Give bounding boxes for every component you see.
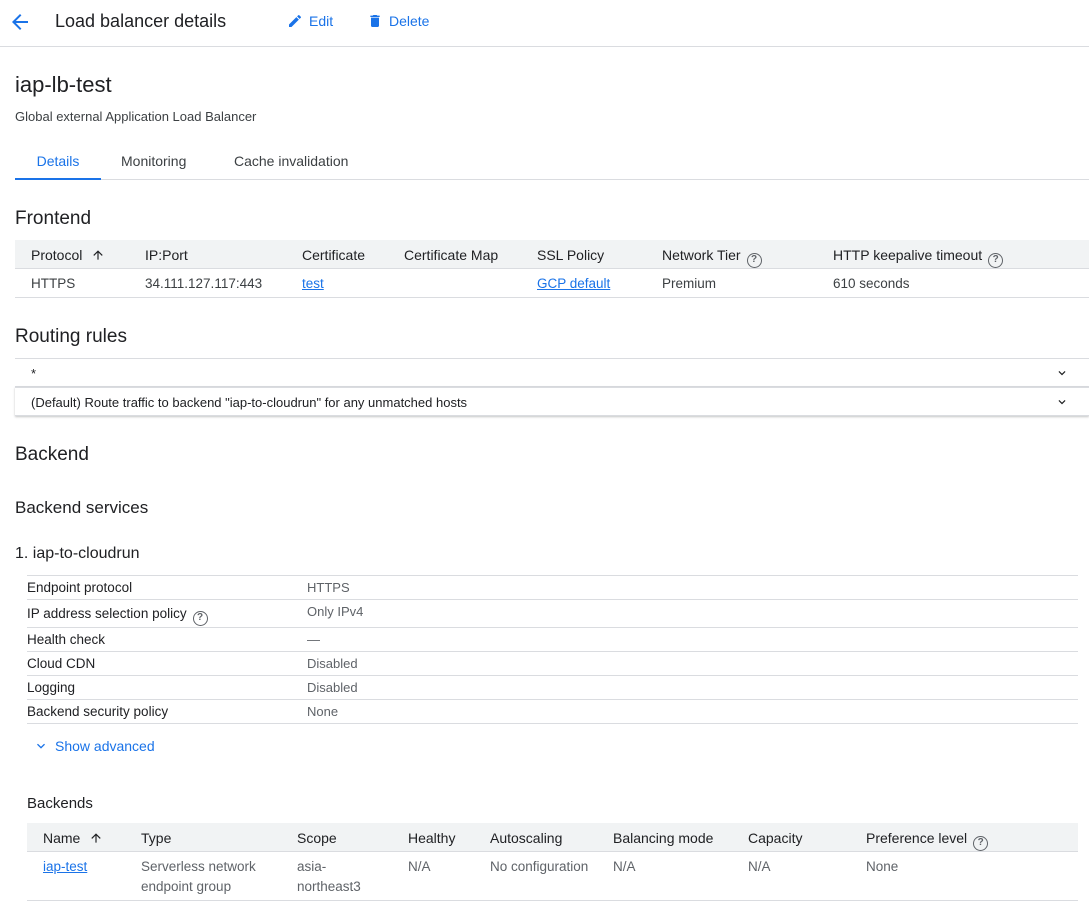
backend-properties: Endpoint protocol HTTPS IP address selec… (27, 575, 1078, 724)
trash-icon (370, 15, 380, 27)
table-header: Name Type Scope Healthy Autoscaling Bala… (27, 823, 1078, 852)
tab-bar: Details Monitoring Cache invalidation (15, 146, 1089, 180)
routing-rule-host: * (31, 366, 37, 381)
chevron-down-icon[interactable] (1055, 366, 1069, 380)
prop-key: Backend security policy (27, 704, 169, 719)
prop-key: Logging (27, 680, 76, 695)
ssl-policy-link[interactable]: GCP default (537, 276, 610, 291)
top-bar: Load balancer details Edit Delete (0, 0, 1089, 47)
backend-service-title: 1. iap-to-cloudrun (15, 545, 140, 562)
cell-balancing-mode: N/A (613, 859, 636, 874)
cell-keepalive: 610 seconds (833, 276, 910, 291)
cell-network-tier: Premium (662, 276, 717, 291)
help-circle-icon[interactable]: ? (746, 253, 762, 268)
backend-services-heading: Backend services (15, 498, 149, 517)
show-advanced-label: Show advanced (55, 738, 155, 754)
list-item: IP address selection policy? Only IPv4 (27, 600, 1078, 628)
col-network-tier: Network Tier? (662, 247, 762, 268)
col-ip-port: IP:Port (145, 247, 188, 263)
certificate-link[interactable]: test (302, 276, 324, 291)
prop-value: None (307, 704, 339, 719)
list-item: Health check — (27, 628, 1078, 652)
page-title: Load balancer details (55, 11, 227, 31)
arrow-up-icon (91, 833, 101, 843)
prop-value: Disabled (307, 656, 358, 671)
col-keepalive: HTTP keepalive timeout? (833, 247, 1004, 268)
delete-button[interactable]: Delete (367, 13, 429, 29)
lb-type: Global external Application Load Balance… (15, 109, 257, 124)
prop-value: HTTPS (307, 580, 350, 595)
backends-table: Name Type Scope Healthy Autoscaling Bala… (27, 823, 1078, 901)
table-row: HTTPS 34.111.127.117:443 test GCP defaul… (15, 269, 1089, 298)
col-preference-level: Preference level? (866, 830, 989, 851)
list-item: Backend security policy None (27, 700, 1078, 724)
tab-details[interactable]: Details (15, 146, 101, 180)
col-label: Network Tier (662, 247, 741, 263)
chevron-down-icon (37, 743, 45, 749)
delete-label: Delete (389, 13, 430, 29)
edit-button[interactable]: Edit (287, 13, 333, 29)
cell-preference-level: None (866, 859, 899, 874)
chevron-down-icon[interactable] (1055, 395, 1069, 409)
arrow-back-icon[interactable] (8, 10, 32, 34)
col-healthy: Healthy (408, 830, 456, 846)
prop-key: IP address selection policy? (27, 606, 208, 626)
lb-name: iap-lb-test (15, 72, 112, 97)
backends-title: Backends (27, 795, 93, 812)
prop-value: — (307, 632, 320, 647)
col-name[interactable]: Name (43, 830, 103, 846)
list-item: Cloud CDN Disabled (27, 652, 1078, 676)
prop-value: Only IPv4 (307, 604, 364, 619)
col-ssl-policy: SSL Policy (537, 247, 605, 263)
cell-ip-port: 34.111.127.117:443 (145, 276, 263, 291)
arrow-up-icon (93, 250, 103, 260)
table-header: Protocol IP:Port Certificate Certificate… (15, 240, 1089, 269)
backend-name-link[interactable]: iap-test (43, 859, 87, 874)
prop-key: Endpoint protocol (27, 580, 133, 595)
prop-key-label: IP address selection policy (27, 606, 187, 621)
col-balancing-mode: Balancing mode (613, 830, 714, 846)
frontend-table: Protocol IP:Port Certificate Certificate… (15, 240, 1089, 298)
pencil-icon (289, 14, 302, 27)
edit-label: Edit (309, 13, 334, 29)
help-circle-icon[interactable]: ? (988, 253, 1004, 268)
cell-healthy: N/A (408, 859, 431, 874)
col-autoscaling: Autoscaling (490, 830, 563, 846)
routing-rule-default: (Default) Route traffic to backend "iap-… (31, 395, 468, 410)
prop-key: Cloud CDN (27, 656, 96, 671)
col-certificate-map: Certificate Map (404, 247, 499, 263)
col-label: HTTP keepalive timeout (833, 247, 983, 263)
cell-capacity: N/A (748, 859, 771, 874)
show-advanced-button[interactable]: Show advanced (33, 738, 155, 754)
col-label: Preference level (866, 830, 968, 846)
col-scope: Scope (297, 830, 337, 846)
col-type: Type (141, 830, 172, 846)
help-circle-icon[interactable]: ? (973, 836, 989, 851)
backend-heading: Backend (15, 444, 89, 465)
col-label: Name (43, 830, 81, 846)
table-row: iap-test Serverless network endpoint gro… (27, 852, 1078, 901)
tab-cache-invalidation[interactable]: Cache invalidation (234, 146, 348, 179)
list-item: Endpoint protocol HTTPS (27, 576, 1078, 600)
col-capacity: Capacity (748, 830, 803, 846)
cell-scope: asia-northeast3 (297, 859, 361, 894)
cell-protocol: HTTPS (31, 276, 76, 291)
prop-key: Health check (27, 632, 106, 647)
routing-rule-row[interactable]: (Default) Route traffic to backend "iap-… (15, 387, 1089, 416)
frontend-heading: Frontend (15, 208, 92, 229)
col-protocol[interactable]: Protocol (31, 247, 105, 263)
routing-heading: Routing rules (15, 326, 127, 347)
routing-rule-row[interactable]: * (15, 358, 1089, 387)
cell-autoscaling: No configuration (490, 859, 589, 874)
list-item: Logging Disabled (27, 676, 1078, 700)
prop-value: Disabled (307, 680, 358, 695)
col-label: Protocol (31, 247, 83, 263)
tab-monitoring[interactable]: Monitoring (121, 146, 186, 179)
help-circle-icon[interactable]: ? (192, 611, 208, 626)
col-certificate: Certificate (302, 247, 366, 263)
cell-type: Serverless network endpoint group (141, 859, 256, 894)
